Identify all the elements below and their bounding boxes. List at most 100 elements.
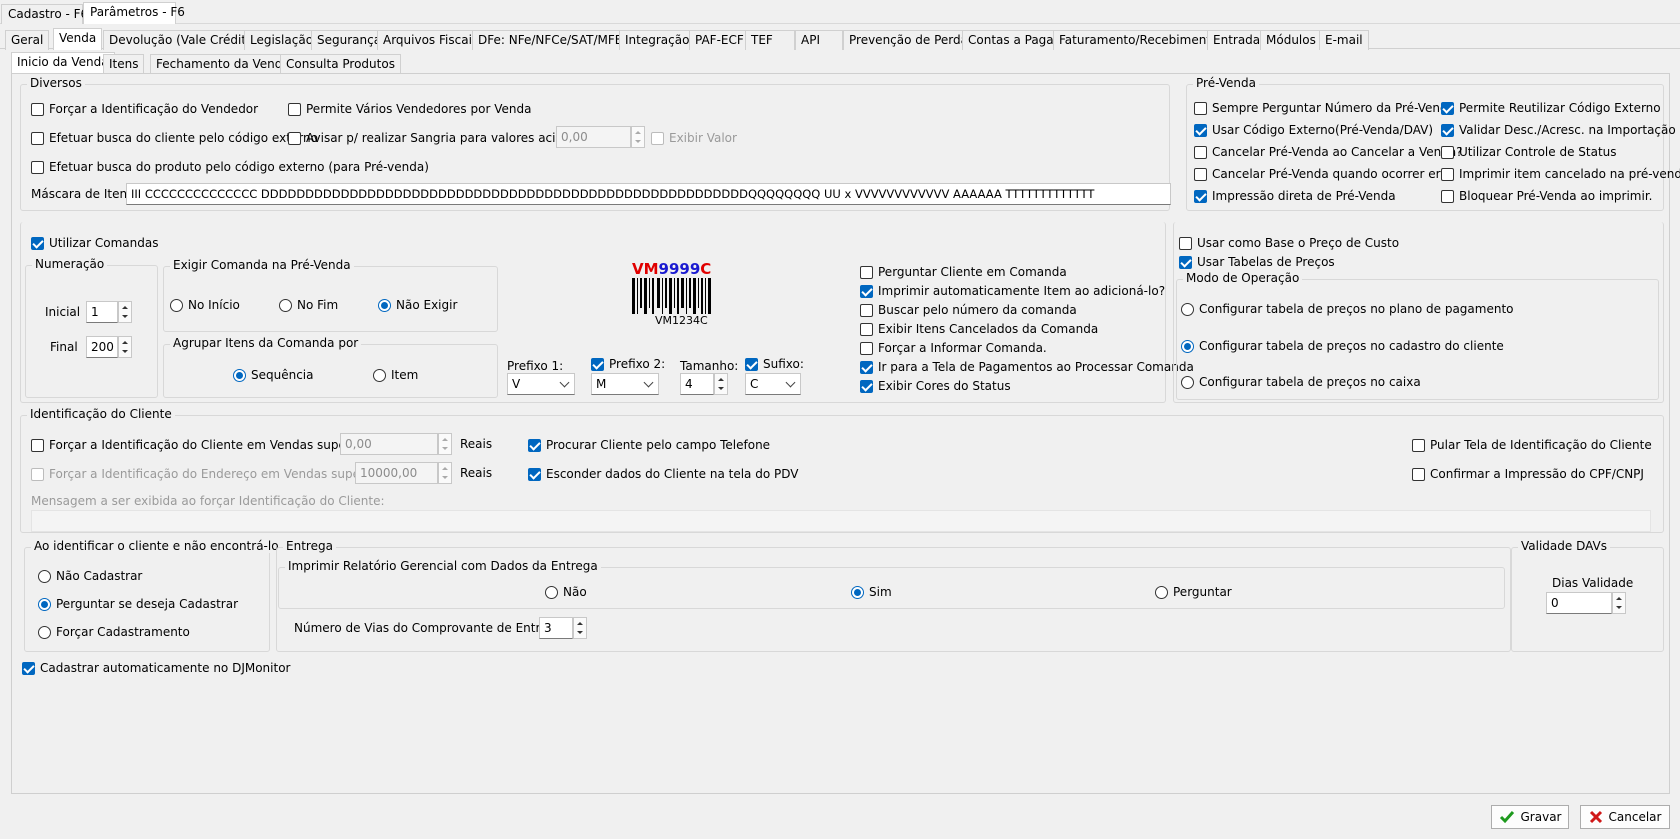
tab-modulos[interactable]: Módulos <box>1260 30 1322 50</box>
inicial-spinner[interactable] <box>118 301 132 323</box>
prefixo2-checkbox[interactable]: Prefixo 2: <box>591 356 665 372</box>
pre-venda-option-9[interactable]: Bloquear Pré-Venda ao imprimir. <box>1441 188 1652 204</box>
relatorio-nao-radio[interactable]: Não <box>545 584 587 600</box>
pre-venda-option-5[interactable]: Utilizar Controle de Status <box>1441 144 1617 160</box>
gravar-button[interactable]: Gravar <box>1491 805 1569 829</box>
pular-tela-checkbox[interactable]: Pular Tela de Identificação do Cliente <box>1412 437 1652 453</box>
procurar-telefone-checkbox[interactable]: Procurar Cliente pelo campo Telefone <box>528 437 770 453</box>
dias-validade-spinner[interactable] <box>1612 592 1626 614</box>
usar-base-custo-checkbox[interactable]: Usar como Base o Preço de Custo <box>1179 235 1399 251</box>
checkbox-box <box>745 357 758 371</box>
comanda-option-2[interactable]: Buscar pelo número da comanda <box>860 302 1077 318</box>
cancelar-button[interactable]: Cancelar <box>1580 805 1670 829</box>
vias-spinner[interactable] <box>573 617 587 639</box>
subtab-itens[interactable]: Itens <box>103 54 145 74</box>
forcar-endereco-checkbox[interactable]: Forçar a Identificação do Endereço em Ve… <box>31 466 396 482</box>
busca-produto-checkbox[interactable]: Efetuar busca do produto pelo código ext… <box>31 159 429 175</box>
final-input[interactable]: 200 <box>86 336 118 358</box>
window-tab-parametros[interactable]: Parâmetros - F6 <box>83 2 185 24</box>
tab-venda[interactable]: Venda <box>53 28 103 50</box>
subtab-inicio-venda[interactable]: Inicio da Venda <box>11 52 115 74</box>
pre-venda-option-3[interactable]: Validar Desc./Acresc. na Importação <box>1441 122 1676 138</box>
djmonitor-checkbox[interactable]: Cadastrar automaticamente no DJMonitor <box>22 660 290 676</box>
pre-venda-option-6[interactable]: Cancelar Pré-Venda quando ocorrer erro <box>1194 166 1452 182</box>
forcar-cliente-checkbox[interactable]: Forçar a Identificação do Cliente em Ven… <box>31 437 382 453</box>
tab-dfe[interactable]: DFe: NFe/NFCe/SAT/MFE <box>472 30 629 50</box>
exibir-valor-checkbox[interactable]: Exibir Valor <box>651 130 737 146</box>
forcar-vendedor-checkbox[interactable]: Forçar a Identificação do Vendedor <box>31 101 258 117</box>
usar-tabelas-precos-checkbox[interactable]: Usar Tabelas de Preços <box>1179 254 1335 270</box>
pre-venda-option-2[interactable]: Usar Código Externo(Pré-Venda/DAV) <box>1194 122 1433 138</box>
sufixo-checkbox[interactable]: Sufixo: <box>745 356 804 372</box>
comanda-option-3[interactable]: Exibir Itens Cancelados da Comanda <box>860 321 1098 337</box>
forcar-endereco-valor-input[interactable]: 10000,00 <box>355 462 438 484</box>
tab-seguranca[interactable]: Segurança <box>311 30 388 50</box>
tab-geral[interactable]: Geral <box>5 30 50 50</box>
forcar-endereco-spinner[interactable] <box>438 462 452 484</box>
exigir-inicio-radio[interactable]: No Início <box>170 297 240 313</box>
busca-cliente-checkbox[interactable]: Efetuar busca do cliente pelo código ext… <box>31 130 318 146</box>
tab-entrada[interactable]: Entrada <box>1207 30 1267 50</box>
forcar-cliente-spinner[interactable] <box>438 433 452 455</box>
relatorio-perguntar-radio[interactable]: Perguntar <box>1155 584 1232 600</box>
forcar-cliente-valor-input[interactable]: 0,00 <box>340 433 438 455</box>
prefixo1-select[interactable]: V <box>507 373 575 395</box>
vias-label: Número de Vias do Comprovante de Entrega… <box>294 621 567 635</box>
tab-contas-pagar[interactable]: Contas a Pagar <box>962 30 1065 50</box>
comanda-option-5[interactable]: Ir para a Tela de Pagamentos ao Processa… <box>860 359 1194 375</box>
vias-input[interactable]: 3 <box>539 617 573 639</box>
pre-venda-option-7[interactable]: Imprimir item cancelado na pré-venda <box>1441 166 1680 182</box>
agrupar-sequencia-radio[interactable]: Sequência <box>233 367 314 383</box>
utilizar-comandas-checkbox[interactable]: Utilizar Comandas <box>31 235 158 251</box>
window-tab-cadastro[interactable]: Cadastro - F6 <box>1 4 88 24</box>
comanda-option-1[interactable]: Imprimir automaticamente Item ao adicion… <box>860 283 1165 299</box>
esconder-dados-checkbox[interactable]: Esconder dados do Cliente na tela do PDV <box>528 466 798 482</box>
varios-vendedores-checkbox[interactable]: Permite Vários Vendedores por Venda <box>288 101 531 117</box>
modo-cadastro-cliente-radio[interactable]: Configurar tabela de preços no cadastro … <box>1181 338 1504 354</box>
sangria-valor-input[interactable]: 0,00 <box>556 126 631 148</box>
modo-plano-pagamento-radio[interactable]: Configurar tabela de preços no plano de … <box>1181 301 1514 317</box>
tab-prevencao-perdas[interactable]: Prevenção de Perdas <box>843 30 981 50</box>
tab-integracao[interactable]: Integração <box>619 30 696 50</box>
confirmar-cpf-checkbox[interactable]: Confirmar a Impressão do CPF/CNPJ <box>1412 466 1644 482</box>
subtab-consulta-produtos[interactable]: Consulta Produtos <box>280 54 401 74</box>
tab-legislacao[interactable]: Legislação <box>244 30 320 50</box>
nao-cadastrar-radio[interactable]: Não Cadastrar <box>38 568 142 584</box>
tab-arquivos-fiscais[interactable]: Arquivos Fiscais <box>377 30 485 50</box>
avisar-sangria-checkbox[interactable]: Avisar p/ realizar Sangria para valores … <box>288 130 597 146</box>
mensagem-input[interactable] <box>31 510 1651 532</box>
tab-faturamento[interactable]: Faturamento/Recebimento <box>1053 30 1225 50</box>
comanda-option-4[interactable]: Forçar a Informar Comanda. <box>860 340 1047 356</box>
tamanho-input[interactable]: 4 <box>680 373 714 395</box>
tab-tef[interactable]: TEF <box>745 30 795 50</box>
forcar-cadastramento-radio[interactable]: Forçar Cadastramento <box>38 624 190 640</box>
subtab-fechamento[interactable]: Fechamento da Venda <box>150 54 296 74</box>
exigir-fim-radio[interactable]: No Fim <box>279 297 338 313</box>
pre-venda-option-5-label: Utilizar Controle de Status <box>1459 145 1617 159</box>
pre-venda-option-4-label: Cancelar Pré-Venda ao Cancelar a Venda? <box>1212 145 1463 159</box>
pre-venda-option-0[interactable]: Sempre Perguntar Número da Pré-Venda <box>1194 100 1455 116</box>
sangria-spinner[interactable] <box>631 126 645 148</box>
tab-email[interactable]: E-mail <box>1319 30 1369 50</box>
prefixo2-select[interactable]: M <box>591 373 659 395</box>
relatorio-sim-radio[interactable]: Sim <box>851 584 892 600</box>
reais-label-2: Reais <box>460 466 493 480</box>
dias-validade-input[interactable]: 0 <box>1546 592 1612 614</box>
sufixo-select[interactable]: C <box>745 373 801 395</box>
tamanho-spinner[interactable] <box>714 373 728 395</box>
tab-paf-ecf[interactable]: PAF-ECF <box>689 30 750 50</box>
mascara-input[interactable]: III CCCCCCCCCCCCCC DDDDDDDDDDDDDDDDDDDDD… <box>126 183 1171 205</box>
comanda-option-0[interactable]: Perguntar Cliente em Comanda <box>860 264 1067 280</box>
inicial-input[interactable]: 1 <box>86 301 118 323</box>
pre-venda-option-4[interactable]: Cancelar Pré-Venda ao Cancelar a Venda? <box>1194 144 1463 160</box>
pre-venda-option-1[interactable]: Permite Reutilizar Código Externo <box>1441 100 1661 116</box>
tab-api[interactable]: API <box>795 30 843 50</box>
perguntar-cadastrar-radio[interactable]: Perguntar se deseja Cadastrar <box>38 596 238 612</box>
tab-devolucao[interactable]: Devolução (Vale Crédito) <box>103 30 265 50</box>
exigir-nao-radio[interactable]: Não Exigir <box>378 297 457 313</box>
agrupar-item-radio[interactable]: Item <box>373 367 418 383</box>
final-spinner[interactable] <box>118 336 132 358</box>
modo-caixa-radio[interactable]: Configurar tabela de preços no caixa <box>1181 374 1421 390</box>
pre-venda-option-8[interactable]: Impressão direta de Pré-Venda <box>1194 188 1396 204</box>
comanda-option-6[interactable]: Exibir Cores do Status <box>860 378 1011 394</box>
